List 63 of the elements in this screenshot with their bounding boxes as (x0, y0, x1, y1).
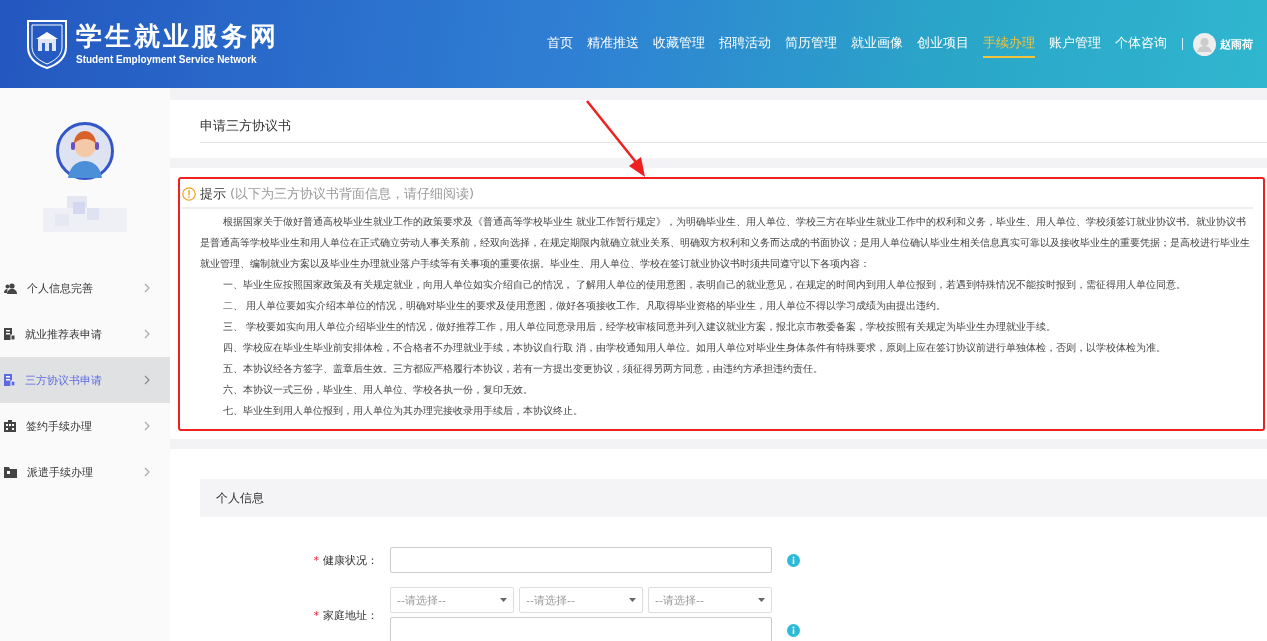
page-title: 申请三方协议书 (200, 100, 1267, 143)
field-label: 健康状况： (323, 553, 378, 567)
chevron-right-icon (144, 467, 150, 477)
dropdown-caret-icon (758, 598, 765, 602)
sidebar-item[interactable]: 签约手续办理 (0, 403, 170, 449)
sidebar-label: 派遣手续办理 (27, 464, 94, 480)
nav-tab[interactable]: 首页 (547, 30, 573, 58)
nav-tab[interactable]: 收藏管理 (653, 30, 705, 58)
document-icon (4, 328, 15, 340)
notice-clause: 四、学校应在毕业生毕业前安排体检，不合格者不办理就业手续，本协议自行取 消，由学校通知用人单位。如用人单位对毕业生身体条件有特殊要求，原则上应在签订协议前进行单独体检，否则，以学校体检为准。 (221, 340, 1168, 355)
site-title: 学生就业服务网 (76, 23, 279, 49)
dropdown-caret-icon (629, 598, 636, 602)
sidebar-item[interactable]: 个人信息完善 (0, 265, 170, 311)
nav-tab[interactable]: 精准推送 (587, 30, 639, 58)
sidebar-label: 个人信息完善 (27, 280, 94, 296)
address-field[interactable] (390, 617, 772, 641)
university-emblem-icon (26, 19, 68, 69)
nav-tab[interactable]: 简历管理 (785, 30, 837, 58)
required-mark: * (313, 608, 319, 622)
info-icon[interactable] (787, 624, 800, 637)
folder-icon (4, 466, 17, 478)
avatar-icon (56, 122, 114, 180)
nav-tab[interactable]: 账户管理 (1049, 30, 1101, 58)
nav-tab[interactable]: 手续办理 (983, 30, 1035, 58)
notice-clause: 三、 学校要如实向用人单位介绍毕业生的情况，做好推荐工作，用人单位同意录用后，经学校审核同意并列入建议就业方案，报北京市教委备案，学校按照有关规定为毕业生办理就业手续。 (221, 319, 1058, 334)
sidebar-item[interactable]: 派遣手续办理 (0, 449, 170, 495)
dropdown[interactable]: --请选择-- (519, 587, 643, 613)
notice-clause: 二、 用人单位要如实介绍本单位的情况，明确对毕业生的要求及使用意图，做好各项接收工作。凡取得毕业资格的毕业生，用人单位不得以学习成绩为由提出违约。 (221, 298, 948, 313)
notice-paragraph: 根据国家关于做好普通高校毕业生就业工作的政策要求及《普通高等学校毕业生 就业工作暂行规定》，为明确毕业生、用人单位、学校三方在毕业生就业工作中的权利和义务，毕业生、用人单位、学校须签订就业协议书。就业协议书是普通高等学校毕业生和用人单位在正式确立劳动人事关系前，经双向选择，在规定期限内就确立就业关系、明确双方权利和义务而达成的书面协议；是用人单位确认毕业生相关信息真实可靠以及接收毕业生的重要凭据；是高校进行毕业生就业管理、编制就业方案以及毕业生办理就业落户手续等有关事项的重要依据。毕业生、用人单位、学校在签订就业协议书时须共同遵守以下各项内容： (200, 214, 1251, 271)
sidebar-item[interactable]: 就业推荐表申请 (0, 311, 170, 357)
building-icon (4, 420, 16, 432)
chevron-right-icon (144, 283, 150, 293)
warning-icon (182, 187, 196, 201)
notice-clause: 一、毕业生应按照国家政策及有关规定就业，向用人单位如实介绍自己的情况， 了解用人单位的使用意图，表明自己的就业意见，在规定的时间内到用人单位报到，若遇到特殊情况不能按时报到，需征得用人单位同意。 (221, 277, 1188, 292)
chevron-right-icon (144, 421, 150, 431)
people-icon (4, 282, 17, 294)
chevron-right-icon (144, 329, 150, 339)
sidebar-label: 三方协议书申请 (25, 372, 103, 388)
nav-tab[interactable]: 就业画像 (851, 30, 903, 58)
notice-clause: 六、本协议一式三份，毕业生、用人单位、学校各执一份，复印无效。 (221, 382, 534, 397)
document-icon (4, 374, 15, 386)
sidebar-label: 就业推荐表申请 (25, 326, 103, 342)
dropdown[interactable]: --请选择-- (390, 587, 514, 613)
sidebar-item[interactable]: 三方协议书申请 (0, 357, 170, 403)
user-avatar-icon[interactable] (1193, 32, 1216, 56)
dropdown-caret-icon (500, 598, 507, 602)
notice-subtitle: (以下为三方协议书背面信息，请仔细阅读) (230, 185, 475, 203)
notice-clause: 五、本协议经各方签字、盖章后生效。三方都应严格履行本协议，若有一方提出变更协议，须征得另两方同意，由违约方承担违约责任。 (221, 361, 824, 376)
nav-tab[interactable]: 个体咨询 (1115, 30, 1167, 58)
dropdown[interactable]: --请选择-- (648, 587, 772, 613)
sidebar-label: 签约手续办理 (26, 418, 93, 434)
notice-clause: 七、毕业生到用人单位报到，用人单位为其办理完接收录用手续后，本协议终止。 (221, 403, 584, 418)
field-label: 家庭地址： (323, 608, 378, 622)
user-name[interactable]: 赵雨荷 (1220, 36, 1253, 52)
nav-tab[interactable]: 创业项目 (917, 30, 969, 58)
required-mark: * (313, 553, 319, 567)
info-icon[interactable] (787, 553, 800, 567)
nav-tab[interactable]: 招聘活动 (719, 30, 771, 58)
site-subtitle: Student Employment Service Network (76, 54, 258, 65)
health-field[interactable] (390, 547, 772, 573)
chevron-right-icon (144, 375, 150, 385)
notice-title: 提示 (200, 185, 226, 203)
section-title: 个人信息 (216, 489, 264, 507)
